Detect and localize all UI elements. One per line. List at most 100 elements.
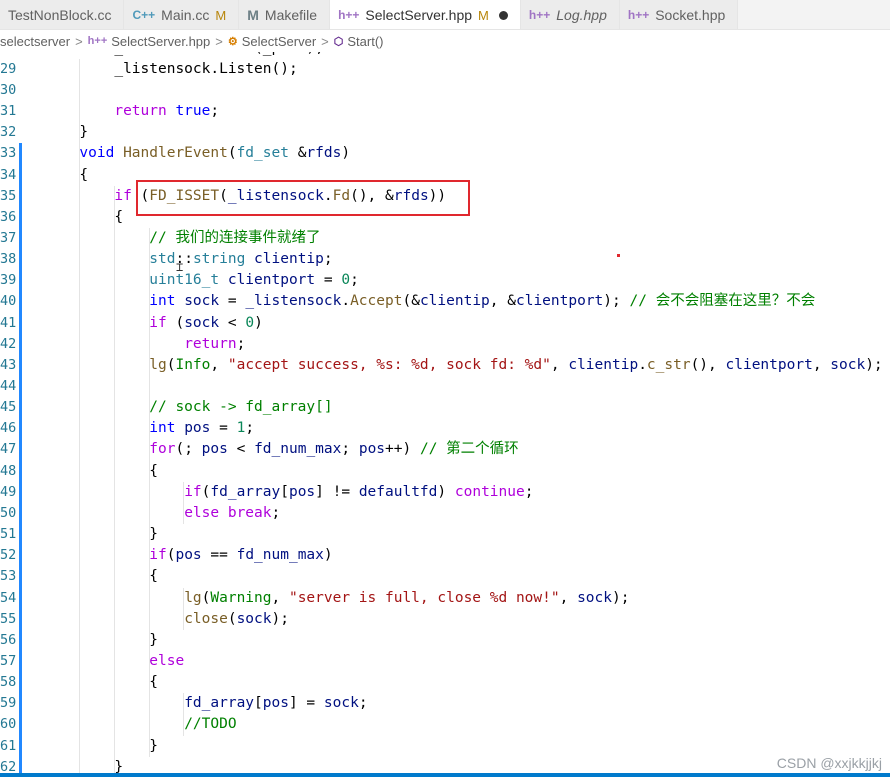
token-en: Info [175,356,211,373]
token-txt: [ [254,695,263,712]
token-txt: )) [428,187,447,204]
token-ctl: break [227,504,272,521]
makefile-icon: M [247,7,259,23]
token-fn: FD_ISSET [149,187,220,204]
code-line[interactable]: { [45,566,158,587]
token-var: pos [262,695,289,712]
breadcrumb-folder[interactable]: selectserver [0,34,70,49]
breadcrumb-separator: > [321,33,329,49]
code-line[interactable]: if (FD_ISSET(_listensock.Fd(), &rfds)) [45,186,447,207]
code-line[interactable]: uint16_t clientport = 0; [45,270,359,291]
code-line[interactable]: _listensock.Listen(); [45,59,297,80]
tab-label: TestNonBlock.cc [8,7,112,23]
unsaved-dot-icon[interactable] [498,10,508,20]
code-line[interactable]: if (sock < 0) [45,313,263,334]
token-txt: ; [350,272,359,289]
tab-socket-hpp[interactable]: h++ Socket.hpp [619,0,739,29]
code-line[interactable]: void HandlerEvent(fd_set &rfds) [45,143,350,164]
line-number: 54 [0,589,17,606]
editor-tab-bar: TestNonBlock.cc C++ Main.cc M M Makefile h++ Se… [0,0,890,30]
code-line[interactable]: fd_array[pos] = sock; [45,693,367,714]
code-line[interactable]: if(fd_array[pos] != defaultfd) continue; [45,482,533,503]
code-line[interactable]: } [45,630,158,651]
token-var: _listensock [227,187,324,204]
tab-makefile[interactable]: M Makefile [239,0,331,29]
line-number: 48 [0,462,17,479]
code-line[interactable]: { [45,165,88,186]
code-line[interactable]: close(sock); [45,609,289,630]
token-var: fd_num_max [254,441,342,458]
code-line[interactable]: _listensock.Bind(_port); [45,52,324,59]
code-line[interactable]: { [45,672,158,693]
code-line[interactable]: { [45,207,123,228]
modified-badge: M [478,7,489,23]
token-txt: ); [865,356,883,373]
code-line[interactable]: } [45,122,88,143]
header-icon: h++ [528,8,551,22]
line-number: 30 [0,81,17,98]
token-txt: , [812,356,831,373]
code-line[interactable]: // sock -> fd_array[] [45,397,332,418]
line-number: 29 [0,60,17,77]
code-line[interactable]: for(; pos < fd_num_max; pos++) // 第二个循环 [45,439,518,460]
code-editor[interactable]: 2829 30 31 32 33 34 35 36 37 38 39 40 41 42 43 44 45 46 47… [0,52,890,777]
token-ty: string [192,251,255,268]
tab-label: SelectServer.hpp [365,7,473,23]
line-number: 57 [0,652,17,669]
code-line[interactable]: } [45,736,158,757]
token-ctl: return [184,335,237,352]
line-number: 40 [0,293,17,310]
code-line[interactable]: lg(Info, "accept success, %s: %d, sock f… [45,355,883,376]
indent-guide [183,587,185,630]
code-line[interactable]: if(pos == fd_num_max) [45,545,332,566]
breadcrumb-separator: > [215,33,223,49]
token-var: clientip [568,356,639,373]
line-number: 32 [0,124,17,141]
token-txt: , [550,356,569,373]
token-txt: { [149,674,158,691]
breadcrumb-method[interactable]: Start() [347,34,383,49]
token-kw: int [149,293,185,310]
header-icon: h++ [627,8,650,22]
indent-guide [79,58,81,777]
breadcrumb-file[interactable]: SelectServer.hpp [111,34,210,49]
token-var: defaultfd [358,483,438,500]
code-line[interactable]: return; [45,334,245,355]
token-ctl: for [149,441,176,458]
code-line[interactable]: std::string clientip; [45,249,332,270]
line-number: 46 [0,420,17,437]
token-txt: } [149,631,158,648]
line-number: 41 [0,314,17,331]
token-txt: (; [175,441,202,458]
breadcrumb-class[interactable]: SelectServer [242,34,316,49]
watermark: CSDN @xxjkkjjkj [776,755,882,771]
token-txt: (& [402,293,420,310]
token-ctl: if [149,547,167,564]
token-fn: Accept [350,293,403,310]
code-line[interactable]: // 我们的连接事件就绪了 [45,228,321,249]
code-line[interactable]: //TODO [45,714,236,735]
token-txt: } [149,526,158,543]
tab-log-hpp[interactable]: h++ Log.hpp [520,0,620,29]
token-fn: HandlerEvent [123,145,228,162]
tab-testnonblock-cc[interactable]: TestNonBlock.cc [0,0,125,29]
token-var: pos [175,547,211,564]
token-txt: ( [227,610,237,627]
cpp-icon: C++ [132,8,156,22]
code-line[interactable]: lg(Warning, "server is full, close %d no… [45,588,629,609]
tab-main-cc[interactable]: C++ Main.cc M [124,0,240,29]
code-line[interactable]: int sock = _listensock.Accept(&clientip,… [45,291,815,312]
tab-selectserver-hpp[interactable]: h++ SelectServer.hpp M [330,0,521,29]
code-line[interactable]: { [45,461,158,482]
code-line[interactable]: } [45,524,158,545]
token-cmt: // 我们的连接事件就绪了 [149,229,321,246]
token-txt: (), & [350,187,394,204]
code-line[interactable]: return true; [45,101,219,122]
token-var: sock [830,356,866,373]
